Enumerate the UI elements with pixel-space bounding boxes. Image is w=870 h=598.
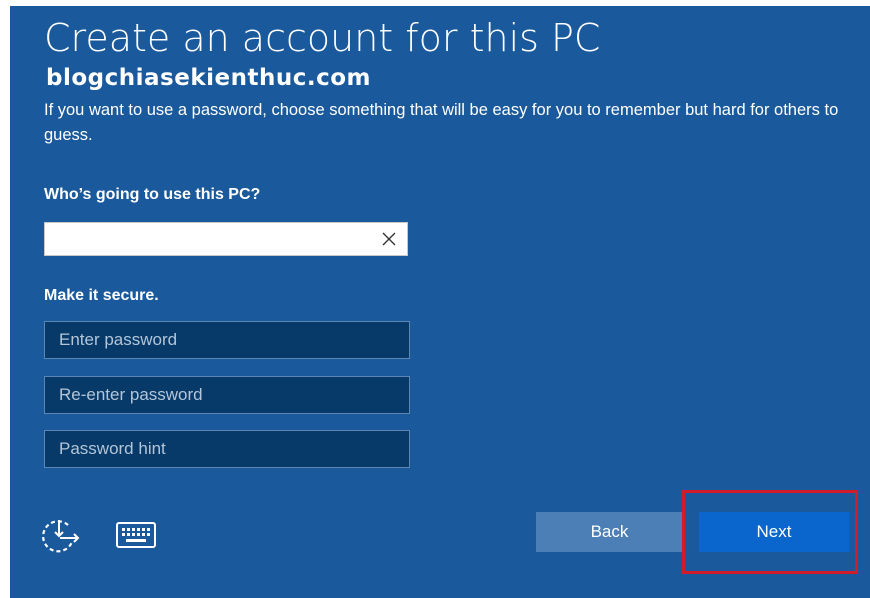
clear-icon[interactable] bbox=[379, 229, 399, 249]
keyboard-icon[interactable] bbox=[116, 522, 156, 548]
back-button[interactable]: Back bbox=[536, 512, 683, 552]
password-hint-input[interactable]: Password hint bbox=[44, 430, 410, 468]
page-title: Create an account for this PC bbox=[44, 16, 601, 60]
secure-label: Make it secure. bbox=[44, 287, 159, 304]
reenter-password-input[interactable]: Re-enter password bbox=[44, 376, 410, 414]
ease-of-access-icon[interactable] bbox=[38, 516, 84, 556]
setup-screen: Create an account for this PC blogchiase… bbox=[10, 6, 870, 598]
username-label: Who’s going to use this PC? bbox=[44, 186, 261, 203]
next-highlight-box bbox=[682, 490, 858, 574]
watermark-text: blogchiasekienthuc.com bbox=[46, 65, 371, 91]
password-input[interactable]: Enter password bbox=[44, 321, 410, 359]
page-description: If you want to use a password, choose so… bbox=[44, 101, 839, 144]
username-input[interactable] bbox=[44, 222, 408, 256]
